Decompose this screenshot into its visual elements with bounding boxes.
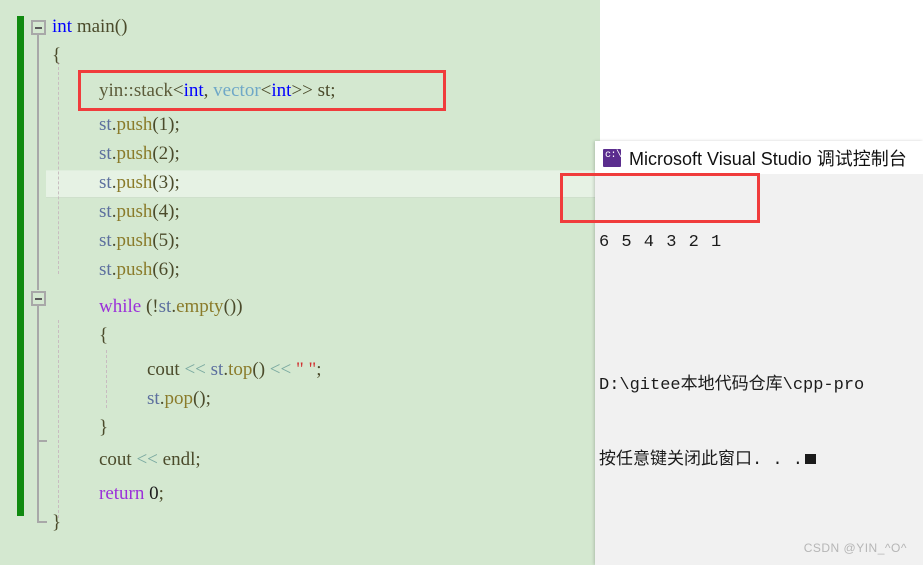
console-window-icon	[603, 148, 622, 167]
token-shift-1: <<	[184, 359, 206, 380]
token-pop-close: ();	[192, 388, 211, 409]
token-arg-5: (5);	[152, 230, 180, 251]
token-open-brace-main: {	[52, 45, 62, 66]
token-top: top	[228, 359, 253, 380]
token-endl: endl;	[157, 449, 201, 470]
code-line-16: return 0;	[99, 479, 164, 508]
token-cout-endl: cout	[99, 449, 137, 470]
token-arg-1: (1);	[152, 114, 180, 135]
code-text[interactable]: int main() { yin::stack<int, vector<int>…	[0, 0, 600, 565]
screenshot-root: int main() { yin::stack<int, vector<int>…	[0, 0, 923, 565]
token-push-8: push	[116, 230, 153, 251]
code-line-6: st.push(3);	[99, 168, 180, 197]
code-line-5: st.push(2);	[99, 139, 180, 168]
token-arg-3: (3);	[152, 172, 180, 193]
token-push-6: push	[116, 172, 153, 193]
code-line-11: {	[99, 321, 108, 350]
token-push-7: push	[116, 201, 153, 222]
token-st-top: st	[210, 359, 224, 380]
code-line-9: st.push(6);	[99, 255, 180, 284]
code-line-13: st.pop();	[147, 384, 211, 413]
token-gtgt: >>	[291, 80, 313, 101]
token-st-8: st	[99, 230, 112, 251]
token-lt2: <	[260, 80, 272, 101]
token-lt: <	[172, 80, 184, 101]
watermark: CSDN @YIN_^O^	[803, 541, 907, 555]
console-titlebar[interactable]: Microsoft Visual Studio 调试控制台	[595, 141, 923, 174]
token-open-brace-while: {	[99, 325, 109, 346]
code-line-1: int main()	[52, 12, 127, 41]
code-line-14: }	[99, 413, 108, 442]
token-st-7: st	[99, 201, 112, 222]
token-st-pop: st	[147, 388, 160, 409]
code-line-12: cout << st.top() << " ";	[147, 355, 322, 384]
token-shift-2: <<	[269, 359, 292, 380]
token-zero: 0	[144, 483, 159, 504]
token-push-5: push	[116, 143, 153, 164]
console-prompt-line-wrap: 按任意键关闭此窗口. . .	[599, 448, 923, 473]
code-line-10: while (!st.empty())	[99, 292, 243, 321]
console-cursor	[805, 454, 817, 464]
token-shift-3: <<	[136, 449, 158, 470]
code-line-3: yin::stack<int, vector<int>> st;	[99, 76, 336, 105]
token-comma: ,	[203, 80, 214, 101]
token-st-6: st	[99, 172, 112, 193]
token-int: int	[52, 16, 73, 37]
token-st-5: st	[99, 143, 112, 164]
console-prompt-text: 按任意键关闭此窗口. . .	[599, 451, 804, 470]
token-yin-stack: yin::stack	[99, 80, 173, 101]
token-close-brace-main: }	[52, 512, 62, 533]
token-semi-1: ;	[316, 359, 322, 380]
code-editor-pane[interactable]: int main() { yin::stack<int, vector<int>…	[0, 0, 600, 565]
token-main: main()	[72, 16, 128, 37]
token-cout: cout	[147, 359, 185, 380]
token-pop: pop	[164, 388, 193, 409]
token-arg-6: (6);	[152, 259, 180, 280]
token-return: return	[99, 483, 145, 504]
token-arg-4: (4);	[152, 201, 180, 222]
token-close-brace-while: }	[99, 417, 109, 438]
console-output-area[interactable]: 6 5 4 3 2 1 D:\gitee本地代码仓库\cpp-pro 按任意键关…	[595, 174, 923, 523]
token-string-space: " "	[295, 359, 317, 380]
token-vector: vector	[213, 80, 261, 101]
code-line-4: st.push(1);	[99, 110, 180, 139]
token-st-while: st	[158, 296, 172, 317]
console-title-text: Microsoft Visual Studio 调试控制台	[629, 148, 907, 169]
token-top-close: ()	[252, 359, 270, 380]
token-int-arg2: int	[271, 80, 292, 101]
token-while-open: (!	[141, 296, 159, 317]
token-push-4: push	[116, 114, 153, 135]
token-st-4: st	[99, 114, 112, 135]
token-semi-2: ;	[158, 483, 164, 504]
token-while: while	[99, 296, 142, 317]
token-empty-close: ())	[223, 296, 243, 317]
token-int-arg1: int	[183, 80, 204, 101]
code-line-7: st.push(4);	[99, 197, 180, 226]
code-line-8: st.push(5);	[99, 226, 180, 255]
token-empty: empty	[176, 296, 224, 317]
code-line-15: cout << endl;	[99, 445, 201, 474]
token-st-9: st	[99, 259, 112, 280]
code-line-17: }	[52, 508, 61, 537]
console-path-line: D:\gitee本地代码仓库\cpp-pro	[599, 376, 865, 395]
console-output-line: 6 5 4 3 2 1	[599, 233, 723, 252]
debug-console-window[interactable]: Microsoft Visual Studio 调试控制台 6 5 4 3 2 …	[595, 141, 923, 565]
token-push-9: push	[116, 259, 153, 280]
token-arg-2: (2);	[152, 143, 180, 164]
token-st-decl: st;	[312, 80, 336, 101]
code-line-2: {	[52, 41, 61, 70]
